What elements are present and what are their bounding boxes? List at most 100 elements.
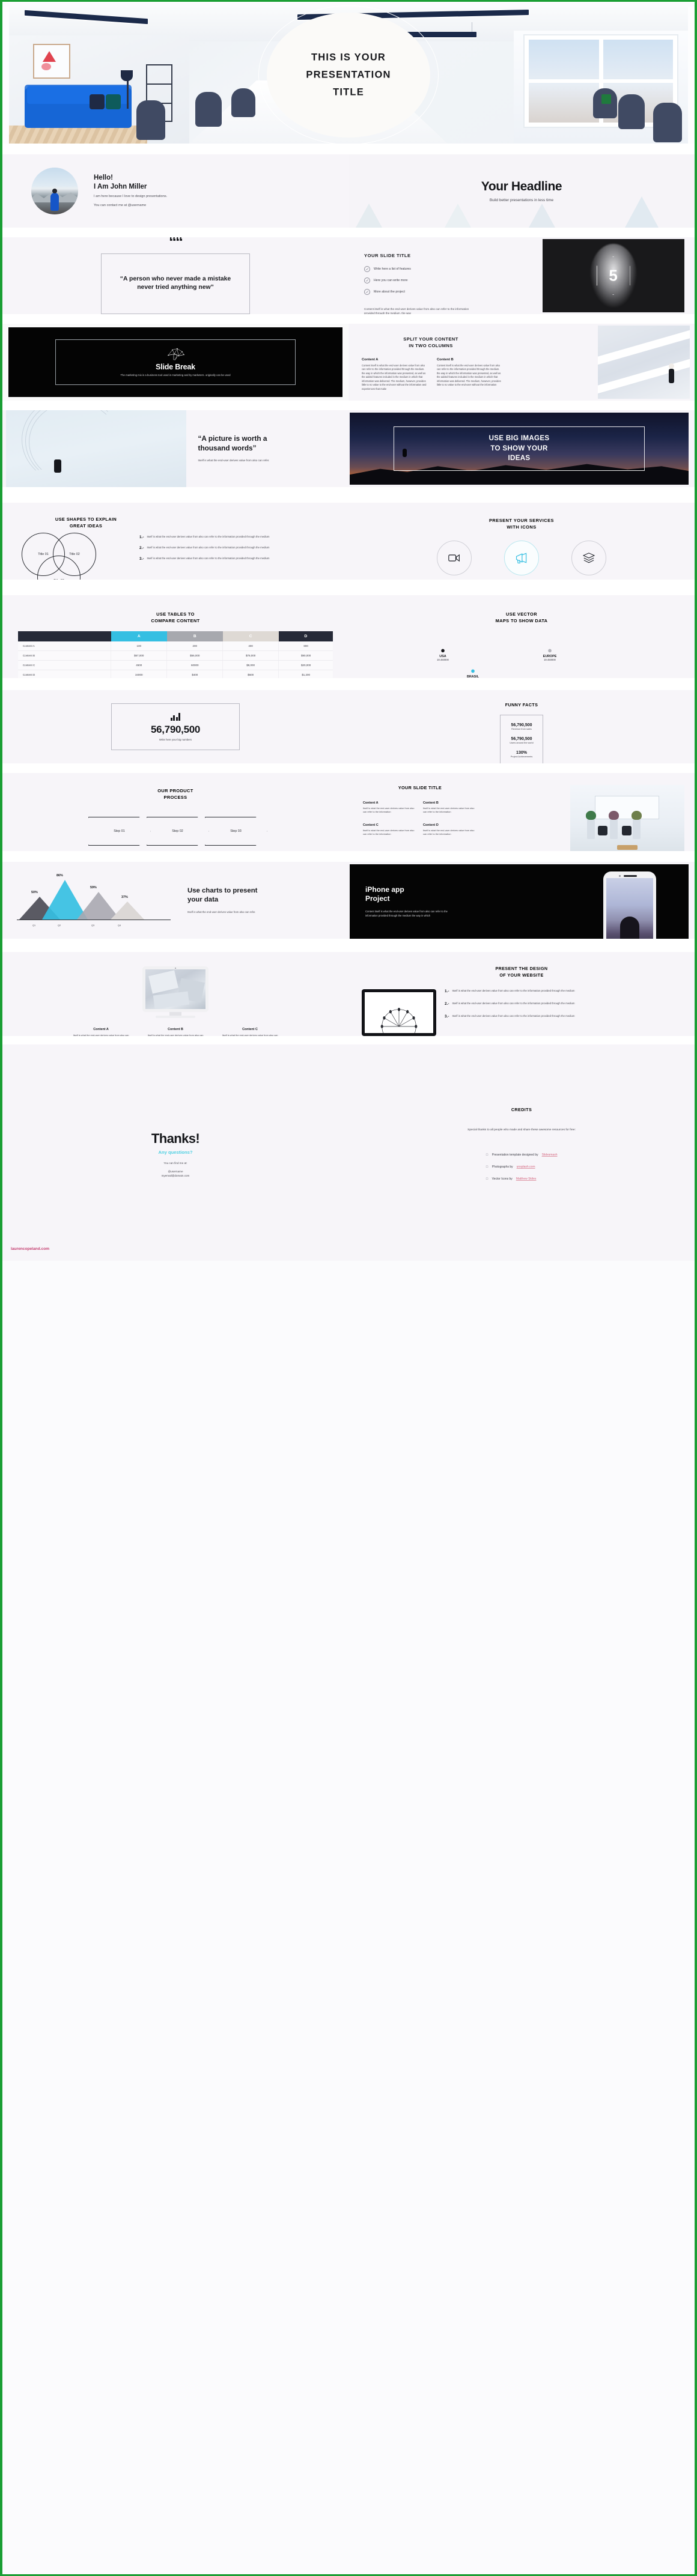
imac-mockup: [142, 966, 208, 1018]
art-ellipse: [41, 63, 51, 70]
cover-title-line1: THIS IS YOUR: [311, 52, 386, 63]
item-number: 2.-: [139, 546, 144, 551]
quote-mark-icon: ““: [169, 237, 183, 250]
slide-services[interactable]: PRESENT YOUR SERVICES WITH ICONS Service…: [348, 503, 695, 580]
plant-vase: [608, 811, 619, 839]
chair: [195, 92, 222, 127]
cushion: [90, 94, 105, 109]
slide-features[interactable]: YOUR SLIDE TITLE Write here a list of fe…: [348, 237, 695, 314]
slide-funny-facts[interactable]: FUNNY FACTS 56,790,500 Revenue from sale…: [348, 690, 695, 763]
chart-label-q2: 86%: [56, 874, 63, 877]
funny-facts-title: FUNNY FACTS: [505, 702, 538, 708]
feature-item: Write here a list of features: [364, 266, 543, 272]
credit-link[interactable]: unsplash.com: [517, 1165, 535, 1169]
map-pin-brasil[interactable]: ● BRASIL 19.450000: [452, 667, 494, 678]
slide-big-images[interactable]: USE BIG IMAGES TO SHOW YOUR IDEAS: [348, 410, 695, 487]
title-line-2: GREAT IDEAS: [69, 523, 103, 529]
sunset-photo: USE BIG IMAGES TO SHOW YOUR IDEAS: [350, 413, 689, 485]
imac-screen: [145, 969, 205, 1009]
slide-about-me[interactable]: Hello! I Am John Miller I am here becaus…: [2, 154, 348, 228]
picture-quote-text: “A picture is worth a thousand words” It…: [186, 434, 338, 462]
slide-shapes[interactable]: USE SHAPES TO EXPLAIN GREAT IDEAS Title …: [2, 503, 348, 580]
slide-big-number[interactable]: 56,790,500 Write here your big numbers: [2, 690, 348, 763]
cell: Content B: [18, 650, 111, 661]
table-header-blank: [18, 631, 111, 641]
item-text: Itself is what the end-user derives valu…: [452, 989, 575, 993]
slide-quote[interactable]: ““ “A person who never made a mistake ne…: [2, 237, 348, 314]
feature-label: More about the project: [374, 290, 405, 294]
cell: $20,000: [278, 660, 333, 671]
location-pin-icon: ●: [547, 645, 552, 655]
process-step-1[interactable]: Step 01: [88, 816, 151, 846]
list-item: 3.- Itself is what the end-user derives …: [445, 1014, 695, 1019]
ferris-wheel-icon: [380, 1008, 418, 1034]
cell: 100: [111, 641, 167, 652]
step-label: Step 03: [230, 829, 242, 833]
slide-picture-quote[interactable]: “A picture is worth a thousand words” It…: [2, 410, 348, 487]
service-item-2[interactable]: Service 02: [501, 540, 543, 580]
service-item-3[interactable]: Service 03: [568, 540, 610, 580]
bio-text: I am here because I love to design prese…: [94, 194, 168, 198]
fact-label: Users around the world: [510, 742, 534, 744]
credit-prefix: Vector Icons by: [492, 1177, 513, 1181]
slide-gutter: [2, 580, 695, 595]
cell-heading: Content C: [363, 823, 379, 828]
slide-gutter: [2, 401, 695, 410]
slide-gutter: [2, 487, 695, 503]
service-circle: [504, 540, 539, 575]
imac-bezel: [142, 966, 208, 1012]
four-contents-text: YOUR SLIDE TITLE Content A Itself is wha…: [348, 785, 570, 851]
map-pin-europe[interactable]: ● EUROPE 19.450000: [529, 646, 571, 661]
process-steps: Step 01 Step 02 Step 03: [2, 816, 348, 846]
cell-heading: Content A: [363, 801, 379, 805]
peak-shape: [625, 196, 659, 228]
slide-cover[interactable]: THIS IS YOUR PRESENTATION TITLE: [9, 5, 688, 145]
slide-iphone-app[interactable]: iPhone app Project Content itself is wha…: [348, 862, 695, 939]
fact-value: 56,790,500: [511, 737, 532, 741]
slide-credits[interactable]: CREDITS Special thanks to all people who…: [348, 1044, 695, 1261]
credit-prefix: Presentation template designed by: [492, 1153, 538, 1157]
credit-item: ☐ Photographs by unsplash.com: [486, 1165, 558, 1169]
cell: $400: [166, 670, 223, 678]
map-pin-usa[interactable]: ● USA 19.450000: [422, 646, 464, 661]
credit-link[interactable]: Matthew Skiles: [516, 1177, 537, 1181]
title-line-3: IDEAS: [508, 454, 531, 462]
pin-value: 19.450000: [544, 658, 556, 661]
feature-item: Here you can write more: [364, 277, 543, 283]
title-line-1: USE BIG IMAGES: [489, 434, 550, 443]
wooden-stool: [616, 845, 638, 850]
credit-link[interactable]: Slidesmash: [542, 1153, 558, 1157]
peak-shape: [356, 204, 382, 228]
slide-thanks[interactable]: Thanks! Any questions? You can find me a…: [2, 1044, 348, 1261]
slide-four-contents[interactable]: YOUR SLIDE TITLE Content A Itself is wha…: [348, 773, 695, 851]
process-step-2[interactable]: Step 02: [146, 816, 209, 846]
slide-headline[interactable]: Your Headline Build better presentations…: [348, 154, 695, 228]
slide-table[interactable]: USE TABLES TO COMPARE CONTENT A B C D Co…: [2, 595, 348, 678]
brain-network-icon: [168, 348, 184, 360]
slide-imac-contents[interactable]: Content A Itself is what the end-user de…: [2, 952, 348, 1036]
interior-photo: [570, 785, 684, 851]
badge-number: 5: [609, 266, 618, 285]
content-heading: Content B: [168, 1028, 183, 1031]
iphone-text: iPhone app Project Content itself is wha…: [350, 885, 540, 918]
slide-break[interactable]: Slide Break The marketing mix is a busin…: [2, 324, 348, 401]
cell: 4500: [111, 660, 167, 671]
slide-row-10: 50% 86% 59% 37% Q1 Q2 Q3 Q4 Use charts t…: [2, 862, 695, 939]
title-line-2: Project: [365, 894, 390, 903]
table-row: Content B $67,000 $56,000 $78,000 $90,00…: [18, 650, 333, 661]
slide-two-columns[interactable]: SPLIT YOUR CONTENT IN TWO COLUMNS Conten…: [348, 324, 695, 401]
slide-row-8: 56,790,500 Write here your big numbers F…: [2, 690, 695, 763]
cell: $67,000: [111, 650, 167, 661]
thanks-email: myemail@domain.com: [161, 1174, 190, 1178]
watermark-site[interactable]: laurencopeland.com: [11, 1247, 49, 1251]
columns-wrapper: Content A Content itself is what the end…: [362, 358, 598, 391]
slide-process[interactable]: OUR PRODUCT PROCESS Step 01 Step 02 Step…: [2, 773, 348, 851]
slide-map[interactable]: USE VECTOR MAPS TO SHOW DATA ● USA 19.45…: [348, 595, 695, 678]
slide-website-design[interactable]: PRESENT THE DESIGN OF YOUR WEBSITE 1.- I…: [348, 952, 695, 1036]
title-line-2: TO SHOW YOUR: [490, 444, 548, 452]
process-step-3[interactable]: Step 03: [204, 816, 267, 846]
greeting: Hello!: [94, 174, 113, 182]
slide-row-5: “A picture is worth a thousand words” It…: [2, 410, 695, 487]
service-item-1[interactable]: Service 01: [433, 540, 475, 580]
slide-chart[interactable]: 50% 86% 59% 37% Q1 Q2 Q3 Q4 Use charts t…: [2, 862, 348, 939]
